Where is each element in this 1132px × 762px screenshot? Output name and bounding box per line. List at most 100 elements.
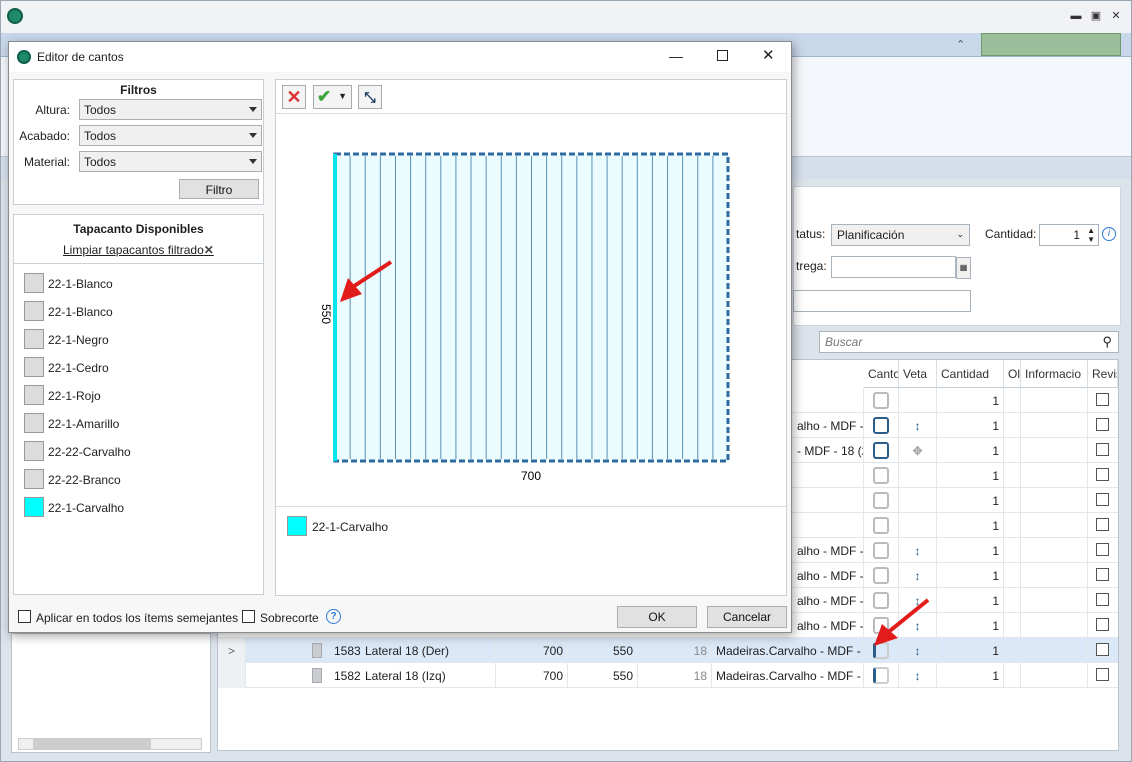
canto-cell[interactable] bbox=[864, 513, 899, 538]
dialog-minimize-icon[interactable]: — bbox=[669, 48, 683, 64]
canto-cell[interactable] bbox=[864, 413, 899, 438]
header-cantidad[interactable]: Cantidad bbox=[937, 360, 1004, 388]
edge-swatch[interactable] bbox=[24, 273, 44, 293]
veta-cell[interactable] bbox=[899, 388, 937, 413]
rotate-view-icon[interactable]: ⤡ bbox=[358, 85, 382, 109]
entrega-date-input[interactable] bbox=[831, 256, 956, 278]
chevron-down-icon[interactable]: ▼ bbox=[338, 86, 347, 107]
revis-checkbox[interactable] bbox=[1096, 668, 1109, 681]
row-expander[interactable] bbox=[218, 663, 246, 688]
edge-item-label[interactable]: 22-1-Blanco bbox=[48, 277, 113, 291]
table-row[interactable]: 1582 Lateral 18 (Izq) 700 550 18 Madeiras.Car… bbox=[218, 663, 1118, 688]
edge-swatch[interactable] bbox=[24, 469, 44, 489]
ok-button[interactable]: OK bbox=[617, 606, 697, 628]
edge-frame-icon[interactable] bbox=[873, 417, 889, 434]
revis-checkbox[interactable] bbox=[1096, 393, 1109, 406]
table-row[interactable]: >1583 Lateral 18 (Der) 700 550 18 Madeiras.Ca… bbox=[218, 638, 1118, 663]
veta-cell[interactable]: ↕ bbox=[899, 538, 937, 563]
header-ol[interactable]: Ol bbox=[1004, 360, 1021, 388]
revis-checkbox[interactable] bbox=[1096, 468, 1109, 481]
dialog-maximize-icon[interactable] bbox=[717, 50, 728, 61]
header-revis[interactable]: Revis bbox=[1088, 360, 1118, 388]
edge-item-label[interactable]: 22-1-Negro bbox=[48, 333, 109, 347]
revis-checkbox[interactable] bbox=[1096, 593, 1109, 606]
revis-checkbox[interactable] bbox=[1096, 568, 1109, 581]
revis-checkbox[interactable] bbox=[1096, 618, 1109, 631]
revis-checkbox[interactable] bbox=[1096, 493, 1109, 506]
edge-frame-icon[interactable] bbox=[873, 467, 889, 484]
scrollbar-thumb[interactable] bbox=[33, 739, 151, 749]
header-informacion[interactable]: Informacio bbox=[1021, 360, 1088, 388]
edge-item-label[interactable]: 22-1-Carvalho bbox=[48, 501, 124, 515]
edge-frame-icon[interactable] bbox=[873, 667, 889, 684]
material-select[interactable]: Todos bbox=[79, 151, 262, 172]
edge-swatch[interactable] bbox=[24, 413, 44, 433]
edge-swatch[interactable] bbox=[24, 301, 44, 321]
canto-cell[interactable] bbox=[864, 438, 899, 463]
calendar-icon[interactable]: ▦ bbox=[956, 257, 971, 279]
cantidad-cell: 1 bbox=[937, 613, 1004, 638]
revis-checkbox[interactable] bbox=[1096, 518, 1109, 531]
veta-cell[interactable] bbox=[899, 463, 937, 488]
maximize-icon[interactable]: ▣ bbox=[1089, 10, 1103, 23]
cantidad-input[interactable]: 1 ▲ ▼ bbox=[1039, 224, 1099, 246]
close-icon[interactable]: ✕ bbox=[1109, 10, 1123, 23]
veta-cell[interactable] bbox=[899, 513, 937, 538]
revis-checkbox[interactable] bbox=[1096, 418, 1109, 431]
search-icon[interactable]: ⚲ bbox=[1102, 334, 1112, 350]
canto-cell[interactable] bbox=[864, 563, 899, 588]
edge-swatch[interactable] bbox=[24, 329, 44, 349]
edge-frame-icon[interactable] bbox=[873, 392, 889, 409]
clear-filtered-link[interactable]: Limpiar tapacantos filtrado✕ bbox=[63, 243, 214, 257]
help-icon[interactable]: ? bbox=[326, 609, 341, 624]
veta-cell[interactable]: ↕ bbox=[899, 413, 937, 438]
edge-swatch[interactable] bbox=[24, 441, 44, 461]
apply-edges-icon[interactable]: ✔ ▼ bbox=[313, 85, 352, 109]
edge-swatch[interactable] bbox=[24, 497, 44, 517]
header-canto[interactable]: Canto bbox=[864, 360, 899, 388]
header-veta[interactable]: Veta bbox=[899, 360, 937, 388]
status-select[interactable]: Planificación ⌄ bbox=[831, 224, 970, 246]
edge-frame-icon[interactable] bbox=[873, 517, 889, 534]
edge-swatch[interactable] bbox=[24, 357, 44, 377]
remove-edges-icon[interactable]: ✕ bbox=[282, 85, 306, 109]
acabado-select[interactable]: Todos bbox=[79, 125, 262, 146]
revis-checkbox[interactable] bbox=[1096, 543, 1109, 556]
edge-frame-icon[interactable] bbox=[873, 542, 889, 559]
row-expander[interactable]: > bbox=[218, 638, 246, 663]
edge-item-label[interactable]: 22-1-Blanco bbox=[48, 305, 113, 319]
filter-button[interactable]: Filtro bbox=[179, 179, 259, 199]
minimize-icon[interactable]: ▬ bbox=[1069, 10, 1083, 23]
search-input[interactable]: Buscar ⚲ bbox=[819, 331, 1119, 353]
dialog-close-icon[interactable]: ✕ bbox=[762, 46, 775, 64]
info-icon[interactable]: i bbox=[1102, 227, 1116, 241]
edge-swatch[interactable] bbox=[24, 385, 44, 405]
edge-frame-icon[interactable] bbox=[873, 492, 889, 509]
apply-all-checkbox[interactable] bbox=[18, 610, 31, 623]
revis-checkbox[interactable] bbox=[1096, 643, 1109, 656]
revis-checkbox[interactable] bbox=[1096, 443, 1109, 456]
veta-cell[interactable] bbox=[899, 488, 937, 513]
edge-item-label[interactable]: 22-22-Carvalho bbox=[48, 445, 131, 459]
notes-input[interactable] bbox=[793, 290, 971, 312]
edge-item-label[interactable]: 22-22-Branco bbox=[48, 473, 121, 487]
cancel-button[interactable]: Cancelar bbox=[707, 606, 787, 628]
veta-cell[interactable]: ✥ bbox=[899, 438, 937, 463]
collapse-ribbon-icon[interactable]: ⌃ bbox=[956, 38, 972, 52]
edge-item-label[interactable]: 22-1-Rojo bbox=[48, 389, 101, 403]
edge-frame-icon[interactable] bbox=[873, 442, 889, 459]
sobrecorte-checkbox[interactable] bbox=[242, 610, 255, 623]
veta-cell[interactable]: ↕ bbox=[899, 563, 937, 588]
canto-cell[interactable] bbox=[864, 538, 899, 563]
edge-item-label[interactable]: 22-1-Cedro bbox=[48, 361, 109, 375]
horizontal-scrollbar[interactable] bbox=[18, 738, 202, 750]
veta-cell[interactable]: ↕ bbox=[899, 663, 937, 688]
spinner-icon[interactable]: ▲ ▼ bbox=[1087, 226, 1095, 244]
canto-cell[interactable] bbox=[864, 463, 899, 488]
altura-select[interactable]: Todos bbox=[79, 99, 262, 120]
canto-cell[interactable] bbox=[864, 488, 899, 513]
edge-item-label[interactable]: 22-1-Amarillo bbox=[48, 417, 119, 431]
canto-cell[interactable] bbox=[864, 388, 899, 413]
edge-frame-icon[interactable] bbox=[873, 567, 889, 584]
canto-cell[interactable] bbox=[864, 663, 899, 688]
